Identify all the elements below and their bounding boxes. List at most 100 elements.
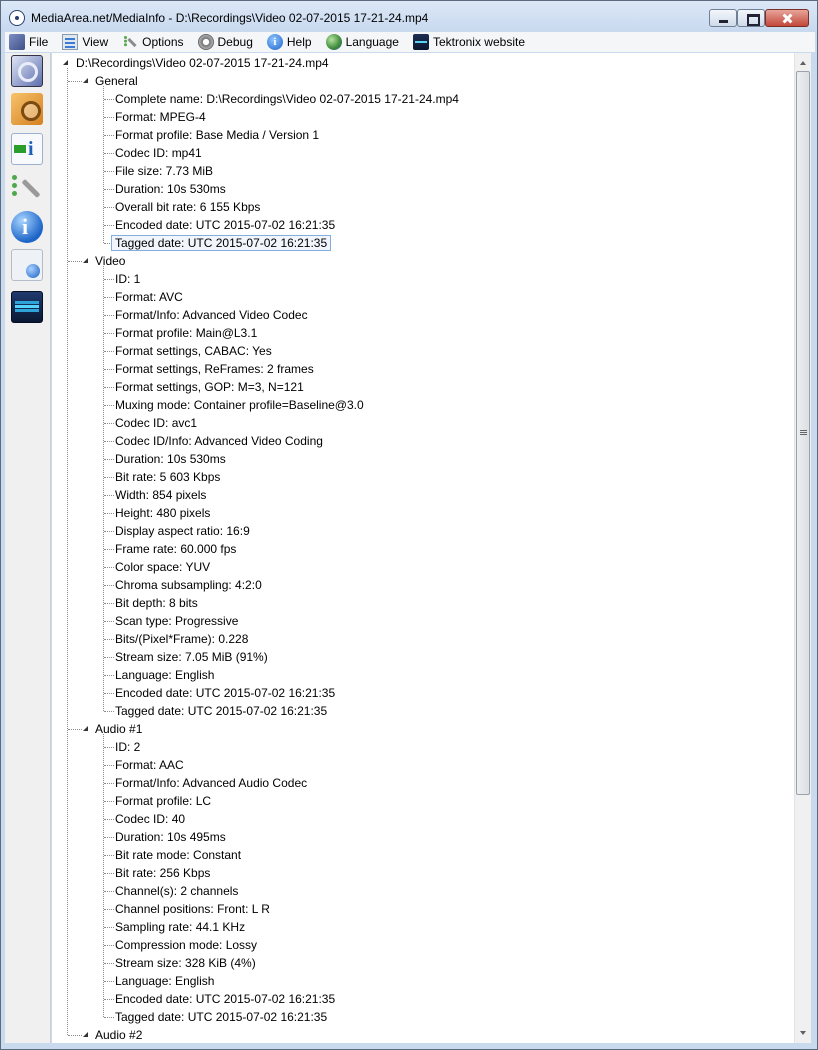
tree-leaf[interactable]: Format/Info: Advanced Video Codec — [115, 306, 308, 324]
section-expander-icon[interactable] — [82, 252, 92, 270]
tree-leaf[interactable]: Format: AVC — [115, 288, 183, 306]
tree-leaf[interactable]: Color space: YUV — [115, 558, 210, 576]
tree-leaf[interactable]: Stream size: 328 KiB (4%) — [115, 954, 256, 972]
tree-connector — [104, 207, 114, 208]
scroll-down-arrow-icon[interactable] — [795, 1025, 811, 1041]
tree-leaf[interactable]: Frame rate: 60.000 fps — [115, 540, 236, 558]
tree-leaf[interactable]: Bit rate: 256 Kbps — [115, 864, 210, 882]
preferences-button[interactable] — [11, 171, 43, 203]
tree-connector — [104, 99, 114, 100]
tree-section[interactable]: Video — [95, 252, 125, 270]
tree-leaf[interactable]: Codec ID: mp41 — [115, 144, 202, 162]
tree-leaf[interactable]: Scan type: Progressive — [115, 612, 238, 630]
export-button[interactable] — [11, 133, 43, 165]
tree-leaf[interactable]: Stream size: 7.05 MiB (91%) — [115, 648, 268, 666]
section-expander-icon[interactable] — [82, 1026, 92, 1043]
tree-leaf[interactable]: Bit depth: 8 bits — [115, 594, 198, 612]
open-file-button[interactable] — [11, 55, 43, 87]
tree-leaf[interactable]: File size: 7.73 MiB — [115, 162, 213, 180]
close-button[interactable] — [765, 9, 809, 27]
tree-connector — [104, 927, 114, 928]
menu-options[interactable]: Options — [118, 34, 183, 50]
tree-leaf[interactable]: Display aspect ratio: 16:9 — [115, 522, 250, 540]
tree-leaf[interactable]: Channel positions: Front: L R — [115, 900, 270, 918]
tree-leaf[interactable]: Encoded date: UTC 2015-07-02 16:21:35 — [115, 684, 335, 702]
minimize-button[interactable] — [709, 9, 737, 27]
tree-leaf[interactable]: Tagged date: UTC 2015-07-02 16:21:35 — [115, 1008, 327, 1026]
tree-connector — [104, 279, 114, 280]
section-expander-icon[interactable] — [82, 72, 92, 90]
tree-section[interactable]: General — [95, 72, 138, 90]
tree-leaf[interactable]: Overall bit rate: 6 155 Kbps — [115, 198, 260, 216]
tree-leaf-label: Color space: YUV — [115, 560, 211, 574]
tree-leaf[interactable]: ID: 1 — [115, 270, 140, 288]
menu-file[interactable]: File — [5, 34, 48, 50]
mediainfo-app-icon[interactable] — [9, 10, 25, 26]
tree-connector — [104, 999, 114, 1000]
tree-leaf[interactable]: Channel(s): 2 channels — [115, 882, 238, 900]
tree-leaf[interactable]: Tagged date: UTC 2015-07-02 16:21:35 — [115, 702, 327, 720]
tree-leaf-label: Channel(s): 2 channels — [115, 884, 239, 898]
menu-language[interactable]: Language — [322, 34, 399, 50]
tree-leaf[interactable]: Format: MPEG-4 — [115, 108, 206, 126]
title-bar[interactable]: MediaArea.net/MediaInfo - D:\Recordings\… — [1, 1, 817, 31]
tree-leaf[interactable]: Encoded date: UTC 2015-07-02 16:21:35 — [115, 990, 335, 1008]
language-icon — [325, 34, 342, 50]
tree-connector — [104, 1017, 114, 1018]
tree-view[interactable]: D:\Recordings\Video 02-07-2015 17-21-24.… — [52, 53, 794, 1043]
tree-leaf[interactable]: Tagged date: UTC 2015-07-02 16:21:35 — [111, 234, 332, 252]
tree-leaf[interactable]: Sampling rate: 44.1 KHz — [115, 918, 245, 936]
tree-leaf[interactable]: Bit rate: 5 603 Kbps — [115, 468, 220, 486]
about-button[interactable] — [11, 211, 43, 243]
tree-root[interactable]: D:\Recordings\Video 02-07-2015 17-21-24.… — [76, 54, 329, 72]
section-expander-icon[interactable] — [82, 720, 92, 738]
tree-leaf-label: Height: 480 pixels — [115, 506, 211, 520]
menu-view[interactable]: View — [58, 34, 108, 50]
website-button[interactable] — [11, 249, 43, 281]
vertical-scrollbar[interactable] — [794, 53, 811, 1043]
tree-connector — [104, 549, 114, 550]
tree-leaf[interactable]: Duration: 10s 530ms — [115, 180, 226, 198]
tree-leaf[interactable]: Format profile: Main@L3.1 — [115, 324, 257, 342]
tree-leaf[interactable]: Complete name: D:\Recordings\Video 02-07… — [115, 90, 459, 108]
tree-leaf[interactable]: Format: AAC — [115, 756, 184, 774]
tree-leaf[interactable]: Format settings, ReFrames: 2 frames — [115, 360, 314, 378]
menu-language-label: Language — [345, 35, 399, 49]
tree-leaf[interactable]: ID: 2 — [115, 738, 140, 756]
tree-leaf[interactable]: Bits/(Pixel*Frame): 0.228 — [115, 630, 248, 648]
tree-leaf[interactable]: Chroma subsampling: 4:2:0 — [115, 576, 262, 594]
tree-leaf[interactable]: Compression mode: Lossy — [115, 936, 257, 954]
tree-leaf[interactable]: Duration: 10s 495ms — [115, 828, 226, 846]
tree-leaf[interactable]: Codec ID: avc1 — [115, 414, 197, 432]
tree-leaf-label: Format settings, ReFrames: 2 frames — [115, 362, 314, 376]
tree-leaf[interactable]: Format/Info: Advanced Audio Codec — [115, 774, 307, 792]
tree-leaf[interactable]: Format settings, GOP: M=3, N=121 — [115, 378, 304, 396]
tree-leaf[interactable]: Width: 854 pixels — [115, 486, 206, 504]
open-folder-button[interactable] — [11, 93, 43, 125]
tree-leaf[interactable]: Language: English — [115, 666, 214, 684]
tree-leaf[interactable]: Format settings, CABAC: Yes — [115, 342, 272, 360]
tree-leaf[interactable]: Language: English — [115, 972, 214, 990]
tree-guide — [103, 86, 104, 243]
tree-leaf[interactable]: Format profile: Base Media / Version 1 — [115, 126, 319, 144]
tree-section[interactable]: Audio #2 — [95, 1026, 142, 1043]
options-icon — [122, 34, 138, 50]
tree-leaf[interactable]: Codec ID/Info: Advanced Video Coding — [115, 432, 323, 450]
tree-leaf[interactable]: Format profile: LC — [115, 792, 211, 810]
tree-connector — [68, 1035, 82, 1036]
tree-leaf[interactable]: Encoded date: UTC 2015-07-02 16:21:35 — [115, 216, 335, 234]
maximize-button[interactable] — [737, 9, 765, 27]
scroll-up-arrow-icon[interactable] — [795, 55, 811, 71]
tree-leaf[interactable]: Muxing mode: Container profile=Baseline@… — [115, 396, 364, 414]
tektronix-button[interactable] — [11, 291, 43, 323]
tree-leaf-label: Duration: 10s 530ms — [115, 182, 226, 196]
menu-help[interactable]: i Help — [263, 34, 312, 50]
tree-connector — [104, 189, 114, 190]
menu-debug[interactable]: Debug — [194, 34, 253, 50]
tree-leaf[interactable]: Bit rate mode: Constant — [115, 846, 241, 864]
tree-leaf[interactable]: Height: 480 pixels — [115, 504, 210, 522]
tree-leaf[interactable]: Codec ID: 40 — [115, 810, 185, 828]
scroll-thumb[interactable] — [796, 71, 810, 795]
menu-tektronix-website[interactable]: Tektronix website — [409, 34, 525, 50]
tree-leaf[interactable]: Duration: 10s 530ms — [115, 450, 226, 468]
